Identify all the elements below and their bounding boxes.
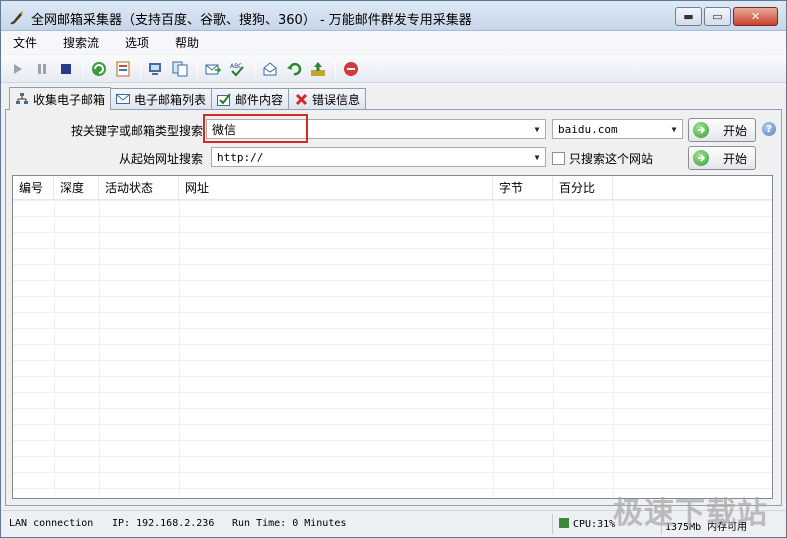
window-controls: ▬ ▭ ✕ — [673, 7, 778, 26]
start-url-value: http:// — [217, 150, 264, 164]
spellcheck-icon[interactable]: ABC — [228, 60, 246, 78]
tab-label: 错误信息 — [312, 92, 361, 107]
cpu-status: CPU:31% — [559, 518, 615, 530]
app-window: 全网邮箱采集器（支持百度、谷歌、搜狗、360） - 万能邮件群发专用采集器 ▬ … — [0, 0, 787, 538]
list-header: 编号 深度 活动状态 网址 字节 百分比 — [13, 176, 772, 200]
column-divider — [553, 200, 554, 498]
refresh-icon[interactable] — [90, 60, 108, 78]
menu-options[interactable]: 选项 — [123, 32, 151, 53]
start-url-combobox[interactable]: http:// ▼ — [211, 147, 546, 167]
upload-icon[interactable] — [309, 60, 327, 78]
cpu-meter-icon — [559, 518, 569, 528]
chevron-down-icon[interactable]: ▼ — [529, 148, 545, 166]
menu-help[interactable]: 帮助 — [173, 32, 201, 53]
stop-icon[interactable] — [57, 60, 75, 78]
tab-strip: 收集电子邮箱 电子邮箱列表 邮件内容 错误信息 — [9, 87, 367, 110]
tab-label: 电子邮箱列表 — [134, 92, 207, 107]
list-body — [13, 200, 772, 498]
keyword-label: 按关键字或邮箱类型搜索 — [71, 124, 204, 138]
send-mail-icon[interactable] — [204, 60, 222, 78]
title-bar[interactable]: 全网邮箱采集器（支持百度、谷歌、搜狗、360） - 万能邮件群发专用采集器 ▬ … — [1, 1, 786, 31]
toolbar-separator — [197, 59, 198, 78]
toolbar: ABC — [1, 55, 786, 83]
column-header-percent[interactable]: 百分比 — [553, 176, 613, 199]
checkbox-box[interactable] — [552, 152, 565, 165]
window-title: 全网邮箱采集器（支持百度、谷歌、搜狗、360） - 万能邮件群发专用采集器 — [31, 13, 472, 28]
pause-icon[interactable] — [33, 60, 51, 78]
tab-error-info[interactable]: 错误信息 — [288, 88, 367, 109]
computer-icon[interactable] — [147, 60, 165, 78]
stop-sign-icon[interactable] — [342, 60, 360, 78]
search-engine-select[interactable]: baidu.com ▼ — [552, 119, 683, 139]
open-mail-icon[interactable] — [261, 60, 279, 78]
toolbar-separator — [83, 59, 84, 78]
ip-status: IP: 192.168.2.236 — [112, 518, 215, 529]
menu-bar: 文件 搜索流 选项 帮助 — [1, 31, 786, 54]
play-icon[interactable] — [9, 60, 27, 78]
menu-file[interactable]: 文件 — [11, 32, 39, 53]
results-list[interactable]: 编号 深度 活动状态 网址 字节 百分比 — [12, 175, 773, 499]
tab-label: 邮件内容 — [235, 92, 284, 107]
start-button-label: 开始 — [723, 123, 748, 138]
chevron-down-icon[interactable]: ▼ — [666, 120, 682, 138]
undo-icon[interactable] — [285, 60, 303, 78]
go-icon — [693, 122, 709, 138]
close-button[interactable]: ✕ — [733, 7, 778, 26]
report-icon[interactable] — [114, 60, 132, 78]
start-button[interactable]: 开始 — [688, 118, 756, 142]
toolbar-separator — [254, 59, 255, 78]
help-icon[interactable]: ? — [762, 122, 776, 136]
go-icon — [693, 150, 709, 166]
column-header-status[interactable]: 活动状态 — [99, 176, 179, 199]
highlight-box — [203, 114, 308, 143]
column-header-url[interactable]: 网址 — [179, 176, 493, 199]
checkbox-mail-icon — [217, 92, 231, 106]
column-divider — [179, 200, 180, 498]
only-this-site-label: 只搜索这个网站 — [569, 152, 654, 166]
minimize-button[interactable]: ▬ — [675, 7, 702, 26]
runtime-status: Run Time: 0 Minutes — [232, 518, 347, 529]
chevron-down-icon[interactable]: ▼ — [529, 120, 545, 138]
only-this-site-checkbox[interactable]: 只搜索这个网站 — [552, 150, 653, 167]
toolbar-separator — [335, 59, 336, 78]
cpu-value: CPU:31% — [573, 519, 616, 530]
connection-status: LAN connection — [9, 518, 94, 529]
start-url-button[interactable]: 开始 — [688, 146, 756, 170]
url-label: 从起始网址搜索 — [119, 152, 204, 166]
envelope-icon — [116, 92, 131, 106]
start-button-label: 开始 — [723, 151, 748, 166]
tab-mail-content[interactable]: 邮件内容 — [211, 88, 290, 109]
copy-icon[interactable] — [171, 60, 189, 78]
column-divider — [613, 200, 614, 498]
menu-search-flow[interactable]: 搜索流 — [61, 32, 101, 53]
tab-email-list[interactable]: 电子邮箱列表 — [110, 88, 213, 109]
search-engine-value: baidu.com — [558, 122, 618, 136]
column-divider — [54, 200, 55, 498]
network-icon — [15, 92, 29, 106]
tab-label: 收集电子邮箱 — [33, 92, 106, 107]
tab-collect-emails[interactable]: 收集电子邮箱 — [9, 87, 112, 110]
column-divider — [99, 200, 100, 498]
status-separator — [552, 514, 553, 534]
maximize-button[interactable]: ▭ — [704, 7, 731, 26]
toolbar-separator — [140, 59, 141, 78]
column-divider — [493, 200, 494, 498]
column-header-bytes[interactable]: 字节 — [493, 176, 553, 199]
column-header-id[interactable]: 编号 — [13, 176, 54, 199]
watermark-logo: 极速下载站 — [613, 496, 768, 531]
quill-pen-icon — [10, 9, 26, 25]
red-x-icon — [294, 92, 308, 106]
column-header-depth[interactable]: 深度 — [54, 176, 99, 199]
